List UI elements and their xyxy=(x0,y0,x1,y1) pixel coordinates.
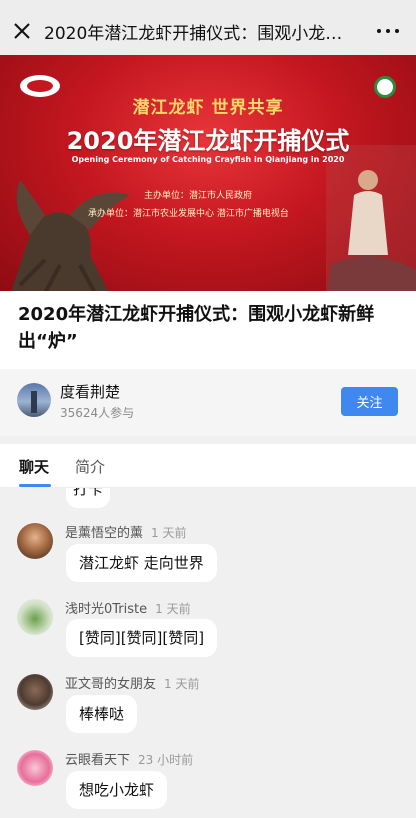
user-avatar[interactable] xyxy=(17,750,53,786)
participant-count: 35624人参与 xyxy=(60,406,135,420)
channel-info: 度看荆楚 35624人参与 关注 xyxy=(0,369,416,436)
banner-organizer: 主办单位：潜江市人民政府 xyxy=(144,191,253,201)
close-button[interactable] xyxy=(2,0,42,62)
chat-time: 1 天前 xyxy=(155,602,191,616)
chat-username: 浅时光0Triste 1 天前 xyxy=(65,602,191,617)
banner-slogan: 潜江龙虾 世界共享 xyxy=(132,98,284,118)
tab-chat[interactable]: 聊天 xyxy=(19,456,49,477)
banner-title: 2020年潜江龙虾开捕仪式 xyxy=(66,127,350,155)
tab-intro[interactable]: 简介 xyxy=(75,456,105,477)
chat-bubble: [赞同][赞同][赞同] xyxy=(66,619,218,657)
chat-username: 亚文哥的女朋友 1 天前 xyxy=(65,677,200,692)
user-avatar[interactable] xyxy=(17,674,53,710)
more-icon xyxy=(377,29,381,33)
chat-list[interactable]: 打卡 是薰悟空的薰 1 天前 潜江龙虾 走向世界 浅时光0Triste 1 天前 [… xyxy=(0,488,416,818)
chat-time: 1 天前 xyxy=(151,526,187,540)
banner-co-organizer: 承办单位：潜江市农业发展中心 潜江市广播电视台 xyxy=(88,209,289,219)
user-avatar[interactable] xyxy=(17,523,53,559)
user-avatar[interactable] xyxy=(17,599,53,635)
chat-bubble: 潜江龙虾 走向世界 xyxy=(66,544,217,582)
chat-bubble: 棒棒哒 xyxy=(66,695,138,733)
top-bar: 2020年潜江龙虾开捕仪式：围观小龙… xyxy=(0,0,416,62)
more-button[interactable] xyxy=(360,0,416,62)
tab-bar: 聊天 简介 xyxy=(0,444,416,488)
chat-time: 23 小时前 xyxy=(138,753,194,767)
close-icon xyxy=(14,23,30,39)
channel-name[interactable]: 度看荆楚 xyxy=(60,381,120,402)
event-banner: 潜江龙虾 世界共享 2020年潜江龙虾开捕仪式 Opening Ceremony… xyxy=(0,55,416,291)
chat-username: 是薰悟空的薰 1 天前 xyxy=(65,526,187,541)
active-tab-indicator xyxy=(19,484,51,487)
chat-time: 1 天前 xyxy=(164,677,200,691)
chat-bubble: 打卡 xyxy=(66,488,110,508)
chat-bubble: 想吃小龙虾 xyxy=(66,771,168,809)
chat-username: 云眼看天下 23 小时前 xyxy=(65,753,194,768)
channel-avatar[interactable] xyxy=(17,383,51,417)
crayfish-sculpture-image xyxy=(11,180,130,291)
article-title: 2020年潜江龙虾开捕仪式：围观小龙虾新鲜出“炉” xyxy=(0,291,416,369)
banner-subtitle-en: Opening Ceremony of Catching Crayfish in… xyxy=(71,155,345,164)
follow-button[interactable]: 关注 xyxy=(341,387,398,416)
fisherman-image xyxy=(326,145,416,291)
window-title: 2020年潜江龙虾开捕仪式：围观小龙… xyxy=(44,23,343,44)
